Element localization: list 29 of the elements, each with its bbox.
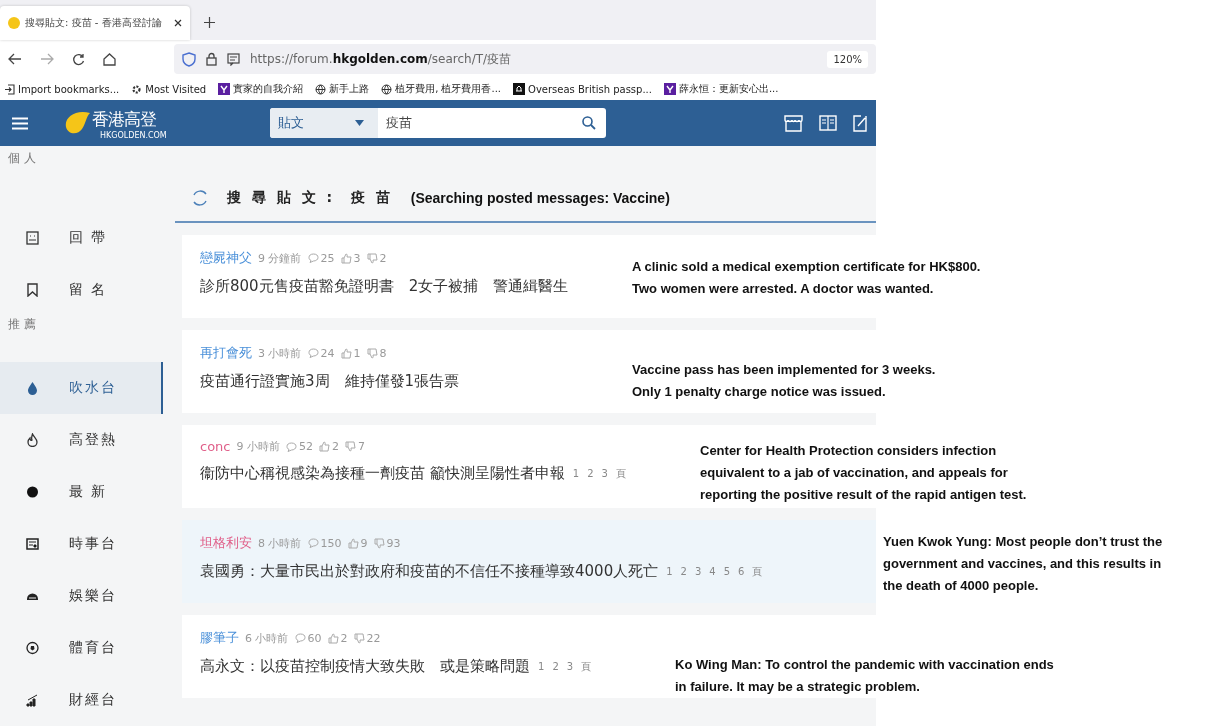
dislike-count: 8 xyxy=(379,346,387,360)
reply-count: 60 xyxy=(307,631,322,645)
page-label: 頁 xyxy=(615,466,626,481)
like-count: 2 xyxy=(332,440,339,453)
post-time: 9 分鐘前 xyxy=(258,250,302,266)
dislike-count: 7 xyxy=(358,440,365,453)
like-count: 2 xyxy=(340,631,348,645)
logo-text: 香港高登 xyxy=(92,110,156,128)
post-time: 9 小時前 xyxy=(236,439,280,454)
logo-subtext: HKGOLDEN.COM xyxy=(100,131,167,140)
like-count: 1 xyxy=(353,346,361,360)
like-count: 9 xyxy=(360,536,368,550)
reply-count: 150 xyxy=(320,536,342,550)
dislike-count: 93 xyxy=(386,536,401,550)
post-time: 6 小時前 xyxy=(245,630,289,646)
dislike-count: 22 xyxy=(366,631,381,645)
page-title: 搜 尋 貼 文 : 疫 苗 xyxy=(227,189,393,207)
post-time: 8 小時前 xyxy=(258,535,302,551)
reply-count: 25 xyxy=(320,251,335,265)
reply-count: 52 xyxy=(299,440,313,453)
page-label: 頁 xyxy=(581,659,592,674)
dislike-count: 2 xyxy=(379,251,387,265)
section-label: 推 薦 xyxy=(7,316,37,333)
post-time: 3 小時前 xyxy=(258,345,302,361)
page-label: 頁 xyxy=(752,564,763,579)
like-count: 3 xyxy=(353,251,361,265)
title-translation: (Searching posted messages: Vaccine) xyxy=(410,190,670,206)
section-label: 個 人 xyxy=(7,150,37,167)
reply-count: 24 xyxy=(320,346,335,360)
